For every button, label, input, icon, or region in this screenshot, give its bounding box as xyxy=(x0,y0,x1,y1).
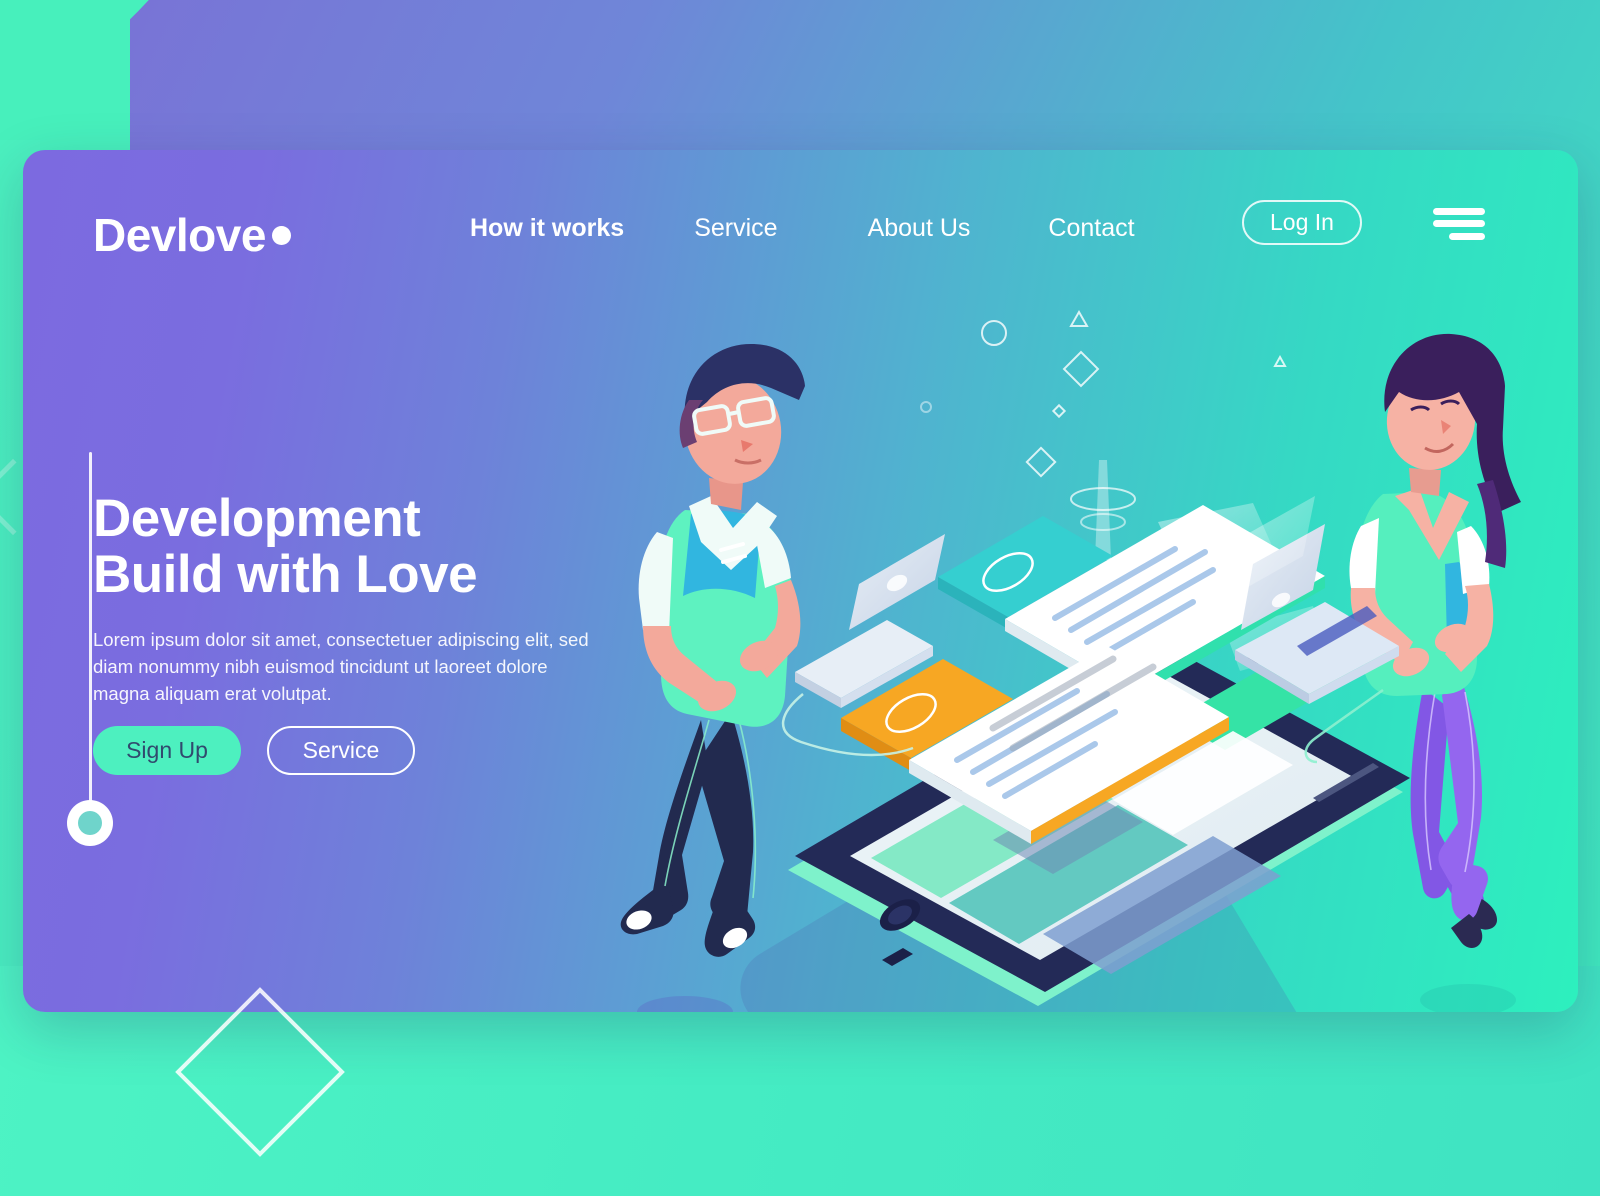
nav-item-contact[interactable]: Contact xyxy=(1048,208,1134,249)
brand-logo[interactable]: Devlove xyxy=(93,208,266,262)
nav-item-about-us[interactable]: About Us xyxy=(868,208,971,249)
nav-item-how-it-works[interactable]: How it works xyxy=(470,208,624,249)
hamburger-line-1 xyxy=(1433,208,1485,215)
hamburger-line-2 xyxy=(1433,220,1485,227)
service-button[interactable]: Service xyxy=(267,726,415,775)
hero-vertical-rule xyxy=(89,452,92,812)
hamburger-line-3 xyxy=(1449,233,1485,240)
background-mint-corner-fill xyxy=(0,0,130,160)
site-header: Devlove How it works Service About Us Co… xyxy=(23,150,1578,325)
hero-illustration xyxy=(613,300,1578,1012)
hero-card: Devlove How it works Service About Us Co… xyxy=(23,150,1578,1012)
brand-dot-icon xyxy=(272,226,291,245)
light-beam xyxy=(1095,460,1111,560)
sign-up-button[interactable]: Sign Up xyxy=(93,726,241,775)
hero-rule-endpoint xyxy=(67,800,113,846)
nav-item-service[interactable]: Service xyxy=(694,208,777,249)
figure-shadow-right xyxy=(1420,984,1516,1012)
hero-paragraph: Lorem ipsum dolor sit amet, consectetuer… xyxy=(93,629,589,704)
headline-line-2: Build with Love xyxy=(93,544,478,604)
hero-cta-group: Sign Up Service xyxy=(93,726,415,775)
login-button[interactable]: Log In xyxy=(1242,200,1362,245)
hamburger-menu-icon[interactable] xyxy=(1433,208,1485,240)
headline-line-1: Development xyxy=(93,489,421,548)
main-navigation: How it works Service About Us Contact xyxy=(470,208,1135,249)
figure-shadow-left xyxy=(637,996,733,1012)
